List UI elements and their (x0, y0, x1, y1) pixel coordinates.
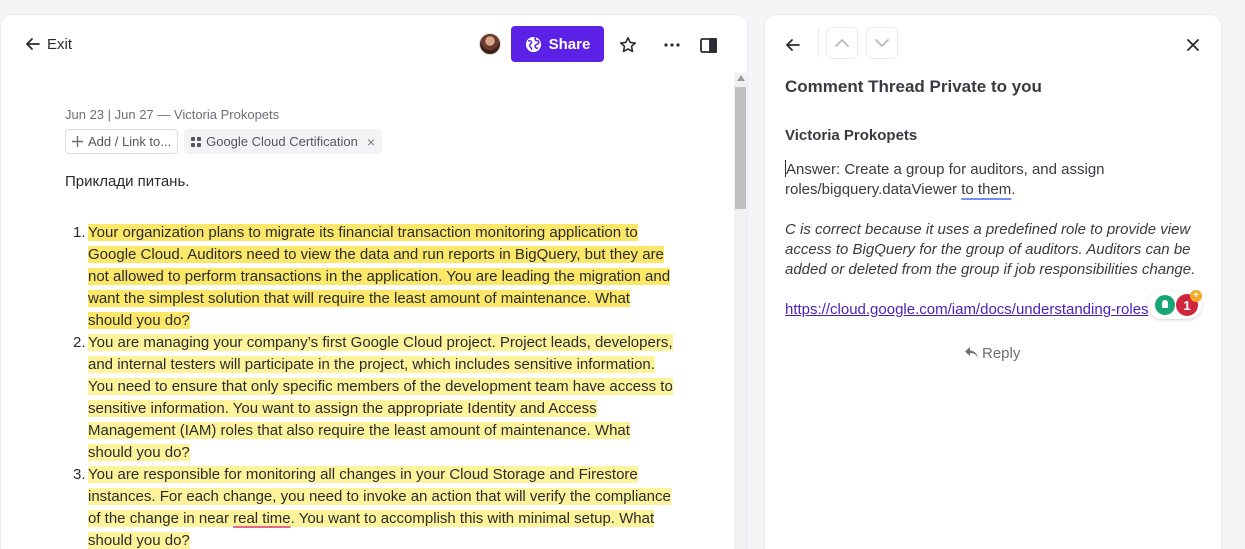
reply-icon (965, 347, 978, 359)
share-button[interactable]: Share (511, 26, 604, 62)
list-item: 1. Your organization plans to migrate it… (65, 222, 675, 332)
star-icon (619, 36, 637, 54)
more-horizontal-icon (664, 43, 680, 47)
scroll-thumb[interactable] (735, 87, 746, 209)
arrow-left-icon (785, 37, 801, 53)
answer-text: Answer: Create a group for auditors, and… (785, 161, 1105, 198)
tag-row: Add / Link to... Google Cloud Certificat… (65, 129, 383, 154)
toggle-sidebar-button[interactable] (697, 34, 719, 56)
comment-author: Victoria Prokopets (785, 127, 918, 144)
exit-button[interactable]: Exit (25, 34, 72, 54)
more-options-button[interactable] (661, 34, 683, 56)
avatar[interactable] (479, 33, 501, 55)
list-item: 3. You are responsible for monitoring al… (65, 464, 675, 549)
remove-tag-icon[interactable]: × (367, 134, 375, 150)
lightbulb-icon (1155, 295, 1175, 315)
list-number: 2. (73, 334, 86, 351)
sidebar-icon (699, 37, 717, 53)
extension-plus: + (1190, 290, 1202, 302)
add-link-button[interactable]: Add / Link to... (65, 129, 179, 154)
document-scrollbar[interactable] (734, 73, 747, 549)
previous-comment-button[interactable] (826, 27, 858, 59)
globe-icon (525, 36, 542, 53)
question-text: Your organization plans to migrate its f… (88, 224, 671, 329)
answer-end: . (1011, 181, 1016, 198)
list-number: 1. (73, 224, 86, 241)
scroll-up-arrow-icon[interactable] (737, 75, 745, 81)
chevron-down-icon (875, 39, 889, 47)
thread-title: Comment Thread Private to you (785, 77, 1042, 96)
reply-button[interactable]: Reply (965, 343, 1020, 363)
tag-chip[interactable]: Google Cloud Certification × (184, 129, 383, 154)
close-icon (1187, 39, 1199, 51)
answer-underlined: to them (961, 181, 1012, 198)
tag-label: Google Cloud Certification (206, 134, 358, 149)
answer-paragraph: Answer: Create a group for auditors, and… (785, 160, 1205, 200)
next-comment-button[interactable] (866, 27, 898, 59)
arrow-left-icon (25, 36, 41, 52)
document-meta: Jun 23 | Jun 27 — Victoria Prokopets (65, 107, 280, 122)
link-paragraph: https://cloud.google.com/iam/docs/unders… (785, 300, 1165, 320)
intro-text: Приклади питань. (65, 173, 190, 190)
spellcheck-underline[interactable]: real time (233, 510, 291, 527)
question-text: You are managing your company’s first Go… (88, 334, 673, 461)
add-link-label: Add / Link to... (88, 134, 172, 149)
comment-panel: Comment Thread Private to you Victoria P… (764, 14, 1222, 549)
chevron-up-icon (835, 39, 849, 47)
share-label: Share (548, 35, 591, 53)
plus-icon (72, 136, 83, 147)
reply-label: Reply (982, 344, 1021, 362)
question-list: 1. Your organization plans to migrate it… (65, 222, 675, 549)
star-button[interactable] (617, 34, 639, 56)
list-number: 3. (73, 466, 86, 483)
extension-badge[interactable]: 1 + (1148, 290, 1202, 319)
document-panel: Exit Share Jun 23 | Jun 27 — Victoria Pr… (0, 14, 748, 549)
docs-link[interactable]: https://cloud.google.com/iam/docs/unders… (785, 301, 1149, 318)
explanation-text: C is correct because it uses a predefine… (785, 221, 1196, 278)
close-button[interactable] (1182, 34, 1204, 56)
exit-label: Exit (47, 35, 73, 53)
list-item: 2. You are managing your company’s first… (65, 332, 675, 464)
comment-body[interactable]: Answer: Create a group for auditors, and… (785, 160, 1205, 320)
grid-icon (191, 136, 202, 147)
back-button[interactable] (782, 34, 804, 56)
header-divider (818, 27, 819, 57)
